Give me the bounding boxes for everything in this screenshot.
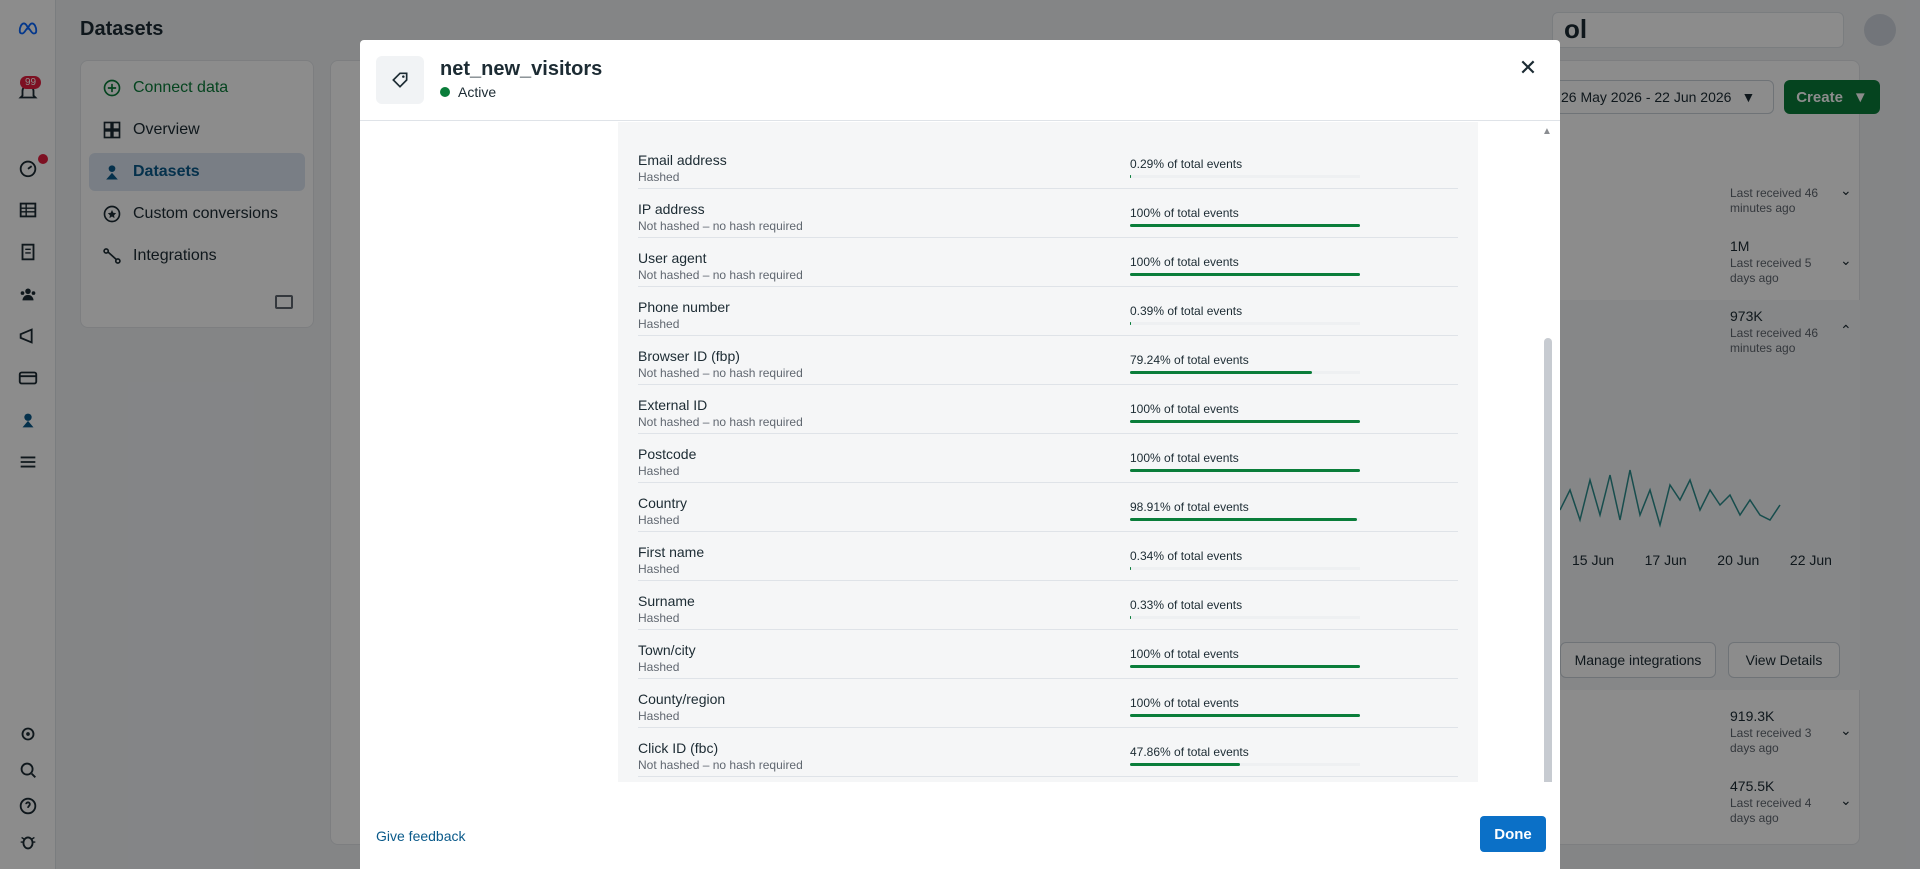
modal-title: net_new_visitors bbox=[440, 58, 603, 80]
scrollbar[interactable]: ▲ ▼ bbox=[1542, 122, 1552, 782]
table-row: First name Hashed 0.34% of total events bbox=[638, 532, 1458, 581]
coverage-percent: 98.91% of total events bbox=[1130, 500, 1249, 514]
parameter-name: User agent bbox=[638, 250, 707, 266]
parameter-name: IP address bbox=[638, 201, 705, 217]
parameter-name: Town/city bbox=[638, 642, 696, 658]
coverage-bar-fill bbox=[1130, 420, 1360, 423]
parameter-hash-status: Hashed bbox=[638, 513, 680, 527]
table-row: IP address Not hashed – no hash required 1… bbox=[638, 189, 1458, 238]
coverage-bar-fill bbox=[1130, 273, 1360, 276]
coverage-bar bbox=[1130, 273, 1360, 276]
coverage-bar-fill bbox=[1130, 469, 1360, 472]
coverage-bar bbox=[1130, 518, 1360, 521]
coverage-bar bbox=[1130, 322, 1360, 325]
parameter-name: Surname bbox=[638, 593, 695, 609]
coverage-bar bbox=[1130, 469, 1360, 472]
dataset-details-modal: net_new_visitors Active ✕ Email address H… bbox=[360, 40, 1560, 869]
table-row: Town/city Hashed 100% of total events bbox=[638, 630, 1458, 679]
parameter-hash-status: Not hashed – no hash required bbox=[638, 758, 803, 772]
parameter-hash-status: Not hashed – no hash required bbox=[638, 366, 803, 380]
parameter-name: First name bbox=[638, 544, 705, 560]
coverage-bar bbox=[1130, 714, 1360, 717]
modal-footer: Give feedback Done bbox=[360, 810, 1560, 869]
coverage-bar bbox=[1130, 224, 1360, 227]
coverage-percent: 100% of total events bbox=[1130, 206, 1239, 220]
scroll-up-icon[interactable]: ▲ bbox=[1542, 126, 1552, 137]
coverage-bar bbox=[1130, 420, 1360, 423]
parameter-name: External ID bbox=[638, 397, 708, 413]
parameter-hash-status: Not hashed – no hash required bbox=[638, 219, 803, 233]
table-row: Surname Hashed 0.33% of total events bbox=[638, 581, 1458, 630]
parameter-name: Browser ID (fbp) bbox=[638, 348, 740, 364]
parameter-hash-status: Hashed bbox=[638, 660, 680, 674]
coverage-percent: 0.33% of total events bbox=[1130, 598, 1243, 612]
parameter-hash-status: Hashed bbox=[638, 170, 680, 184]
parameter-name: Country bbox=[638, 495, 688, 511]
coverage-bar-fill bbox=[1130, 665, 1360, 668]
parameter-name: County/region bbox=[638, 691, 726, 707]
parameter-hash-status: Hashed bbox=[638, 611, 680, 625]
coverage-bar-fill bbox=[1130, 371, 1313, 374]
coverage-bar bbox=[1130, 175, 1360, 178]
coverage-percent: 100% of total events bbox=[1130, 451, 1239, 465]
coverage-bar-fill bbox=[1130, 175, 1131, 178]
parameter-name: Postcode bbox=[638, 446, 697, 462]
modal-header: net_new_visitors Active ✕ bbox=[360, 40, 1560, 121]
coverage-percent: 79.24% of total events bbox=[1130, 353, 1249, 367]
parameter-hash-status: Hashed bbox=[638, 562, 680, 576]
table-row: Click ID (fbc) Not hashed – no hash requi… bbox=[638, 728, 1458, 777]
coverage-bar bbox=[1130, 567, 1360, 570]
coverage-percent: 100% of total events bbox=[1130, 647, 1239, 661]
parameter-hash-status: Hashed bbox=[638, 709, 680, 723]
parameter-hash-status: Not hashed – no hash required bbox=[638, 415, 803, 429]
coverage-percent: 0.34% of total events bbox=[1130, 549, 1243, 563]
parameter-hash-status: Hashed bbox=[638, 317, 680, 331]
scrollbar-thumb[interactable] bbox=[1544, 338, 1552, 782]
table-row: Country Hashed 98.91% of total events bbox=[638, 483, 1458, 532]
table-row: Email address Hashed 0.29% of total events bbox=[638, 140, 1458, 189]
customer-info-table: Email address Hashed 0.29% of total events… bbox=[618, 122, 1478, 782]
coverage-bar-fill bbox=[1130, 616, 1131, 619]
coverage-bar bbox=[1130, 763, 1360, 766]
table-row: External ID Not hashed – no hash required… bbox=[638, 385, 1458, 434]
coverage-percent: 100% of total events bbox=[1130, 696, 1239, 710]
coverage-percent: 100% of total events bbox=[1130, 255, 1239, 269]
parameter-hash-status: Not hashed – no hash required bbox=[638, 268, 803, 282]
parameter-name: Email address bbox=[638, 152, 727, 168]
give-feedback-link[interactable]: Give feedback bbox=[376, 828, 466, 844]
coverage-bar-fill bbox=[1130, 224, 1360, 227]
coverage-bar bbox=[1130, 665, 1360, 668]
tag-icon bbox=[376, 56, 424, 104]
coverage-percent: 47.86% of total events bbox=[1130, 745, 1249, 759]
table-row: Browser ID (fbp) Not hashed – no hash req… bbox=[638, 336, 1458, 385]
table-row: County/region Hashed 100% of total events bbox=[638, 679, 1458, 728]
coverage-bar-fill bbox=[1130, 518, 1358, 521]
done-button[interactable]: Done bbox=[1480, 816, 1546, 852]
status-label: Active bbox=[458, 84, 497, 100]
modal-body[interactable]: Email address Hashed 0.29% of total events… bbox=[360, 122, 1560, 782]
coverage-bar-fill bbox=[1130, 322, 1131, 325]
coverage-percent: 0.39% of total events bbox=[1130, 304, 1243, 318]
parameter-hash-status: Hashed bbox=[638, 464, 680, 478]
table-row: Phone number Hashed 0.39% of total events bbox=[638, 287, 1458, 336]
coverage-bar-fill bbox=[1130, 714, 1360, 717]
coverage-percent: 0.29% of total events bbox=[1130, 157, 1243, 171]
coverage-percent: 100% of total events bbox=[1130, 402, 1239, 416]
table-row: User agent Not hashed – no hash required 1… bbox=[638, 238, 1458, 287]
parameter-name: Click ID (fbc) bbox=[638, 740, 719, 756]
parameter-name: Phone number bbox=[638, 299, 730, 315]
status-badge: Active bbox=[440, 84, 496, 100]
coverage-bar-fill bbox=[1130, 763, 1241, 766]
status-dot-icon bbox=[440, 87, 450, 97]
coverage-bar bbox=[1130, 371, 1360, 374]
table-row: Postcode Hashed 100% of total events bbox=[638, 434, 1458, 483]
close-icon: ✕ bbox=[1518, 55, 1538, 80]
coverage-bar-fill bbox=[1130, 567, 1131, 570]
coverage-bar bbox=[1130, 616, 1360, 619]
close-button[interactable]: ✕ bbox=[1514, 54, 1542, 82]
